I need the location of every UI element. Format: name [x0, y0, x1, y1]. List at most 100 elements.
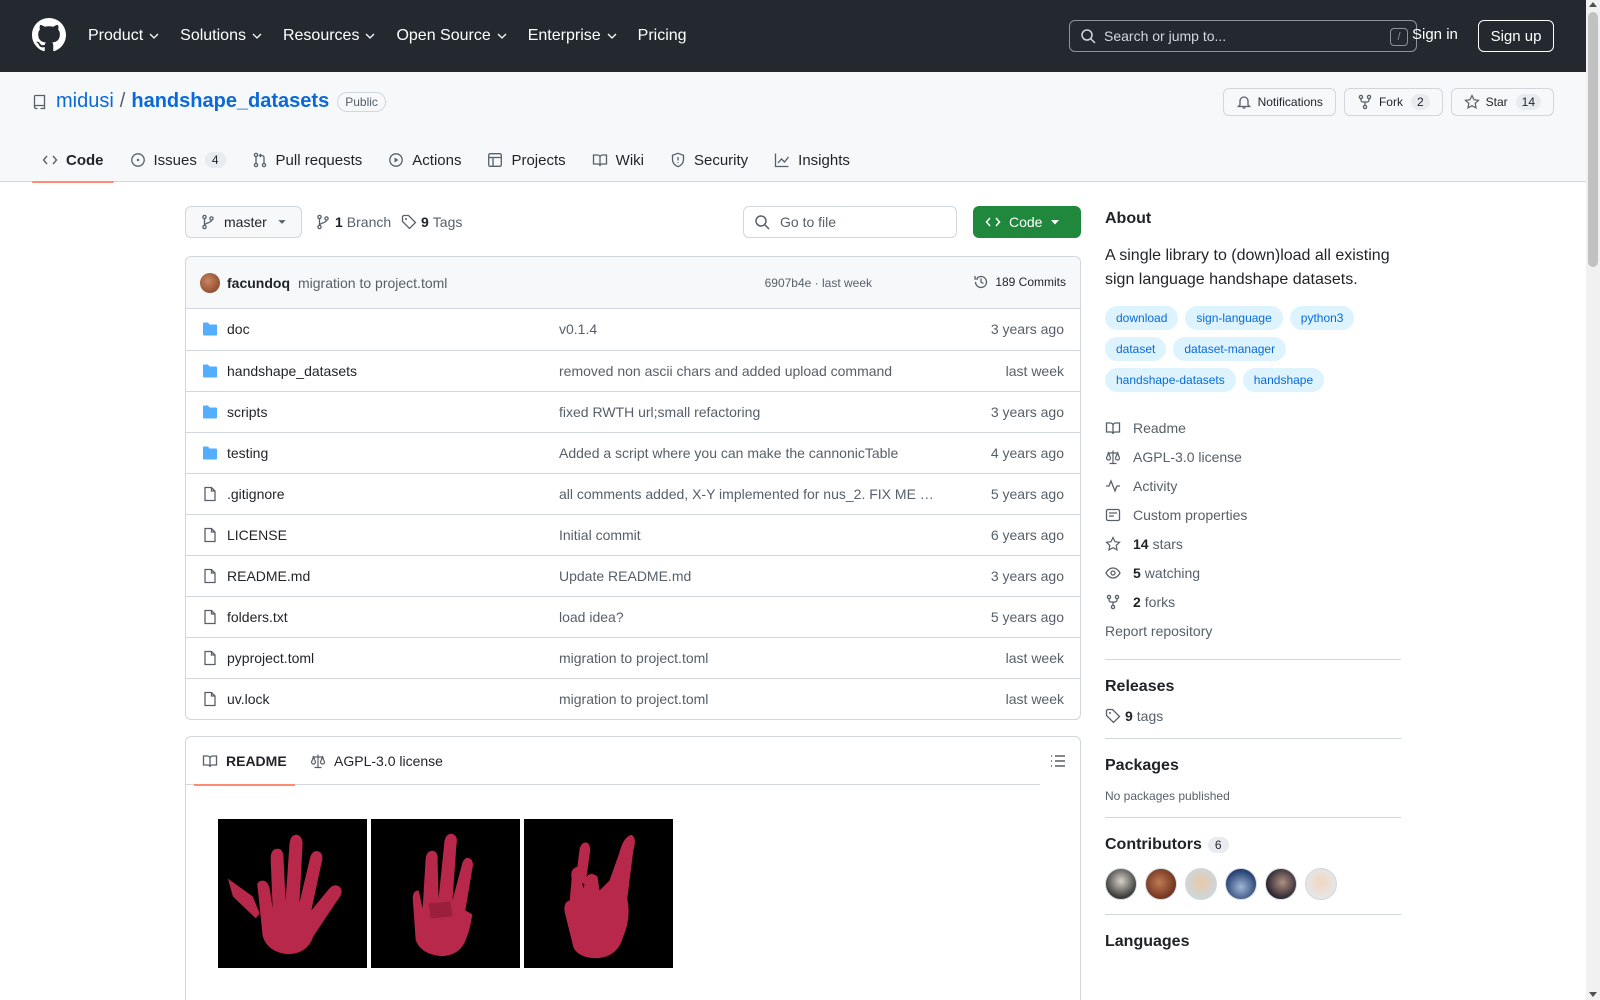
file-name[interactable]: pyproject.toml — [227, 650, 314, 666]
file-name[interactable]: LICENSE — [227, 527, 287, 543]
file-commit-message[interactable]: Initial commit — [559, 527, 939, 543]
repo-tabs: Code Issues 4 Pull requests Actions Proj… — [32, 138, 866, 183]
table-row[interactable]: README.md Update README.md 3 years ago — [186, 555, 1080, 596]
file-commit-message[interactable]: migration to project.toml — [559, 650, 939, 666]
avatar[interactable] — [1225, 868, 1257, 900]
table-row[interactable]: folders.txt load idea? 5 years ago — [186, 596, 1080, 637]
topic-tag[interactable]: download — [1105, 306, 1179, 330]
topic-tag[interactable]: python3 — [1289, 306, 1355, 330]
file-commit-message[interactable]: fixed RWTH url;small refactoring — [559, 404, 939, 420]
scroll-up-arrow-icon[interactable] — [1589, 2, 1597, 7]
release-tags-link[interactable]: 9 tags — [1105, 708, 1401, 724]
issue-icon — [130, 153, 145, 167]
table-row[interactable]: .gitignore all comments added, X-Y implem… — [186, 473, 1080, 514]
file-commit-message[interactable]: Added a script where you can make the ca… — [559, 445, 939, 461]
avatar[interactable] — [1265, 868, 1297, 900]
topic-tag[interactable]: sign-language — [1185, 306, 1283, 330]
tab-code[interactable]: Code — [32, 138, 114, 183]
custom-properties-link[interactable]: Custom properties — [1105, 500, 1401, 529]
scroll-down-arrow-icon[interactable] — [1589, 992, 1597, 997]
nav-product[interactable]: Product — [88, 27, 160, 45]
contributors-heading[interactable]: Contributors 6 — [1105, 836, 1401, 854]
avatar[interactable] — [200, 273, 220, 293]
license-link[interactable]: AGPL-3.0 license — [1105, 442, 1401, 471]
file-commit-message[interactable]: migration to project.toml — [559, 691, 939, 707]
table-row[interactable]: LICENSE Initial commit 6 years ago — [186, 514, 1080, 555]
stars-link[interactable]: 14 stars — [1105, 529, 1401, 558]
table-row[interactable]: scripts fixed RWTH url;small refactoring 3… — [186, 391, 1080, 432]
tab-insights[interactable]: Insights — [764, 138, 860, 182]
nav-pricing[interactable]: Pricing — [638, 27, 687, 45]
branches-link[interactable]: 1 Branch — [315, 214, 391, 230]
tab-security[interactable]: Security — [660, 138, 758, 182]
packages-heading[interactable]: Packages — [1105, 757, 1401, 775]
avatar[interactable] — [1105, 868, 1137, 900]
table-row[interactable]: uv.lock migration to project.toml last wee… — [186, 678, 1080, 719]
tab-pull-requests[interactable]: Pull requests — [242, 138, 373, 182]
file-name[interactable]: folders.txt — [227, 609, 288, 625]
avatar[interactable] — [1305, 868, 1337, 900]
forks-link[interactable]: 2 forks — [1105, 587, 1401, 616]
watching-link[interactable]: 5 watching — [1105, 558, 1401, 587]
commits-link[interactable]: 189 Commits — [973, 274, 1066, 290]
file-name[interactable]: README.md — [227, 568, 310, 584]
branch-selector[interactable]: master — [185, 206, 302, 238]
tab-issues[interactable]: Issues 4 — [120, 138, 236, 182]
github-logo-icon[interactable] — [32, 18, 66, 52]
fork-button[interactable]: Fork 2 — [1343, 88, 1443, 116]
tab-wiki[interactable]: Wiki — [582, 138, 654, 182]
file-name[interactable]: handshape_datasets — [227, 363, 357, 379]
avatar[interactable] — [1185, 868, 1217, 900]
nav-open-source[interactable]: Open Source — [396, 27, 507, 45]
table-row[interactable]: handshape_datasets removed non ascii char… — [186, 350, 1080, 391]
file-name[interactable]: uv.lock — [227, 691, 270, 707]
code-dropdown-button[interactable]: Code — [973, 206, 1081, 238]
file-commit-message[interactable]: load idea? — [559, 609, 939, 625]
scrollbar-thumb[interactable] — [1588, 12, 1598, 267]
nav-enterprise[interactable]: Enterprise — [528, 27, 618, 45]
tab-license[interactable]: AGPL-3.0 license — [310, 737, 443, 785]
tab-actions[interactable]: Actions — [378, 138, 471, 182]
repo-name-link[interactable]: handshape_datasets — [131, 90, 329, 113]
commit-author[interactable]: facundoq — [227, 275, 290, 291]
page-scrollbar[interactable] — [1586, 0, 1600, 1000]
nav-solutions[interactable]: Solutions — [180, 27, 263, 45]
global-search-input[interactable]: Search or jump to... / — [1069, 20, 1417, 52]
tab-readme[interactable]: README — [194, 737, 295, 786]
list-icon[interactable] — [1050, 753, 1066, 769]
activity-link-label: Activity — [1133, 477, 1178, 494]
repo-owner-link[interactable]: midusi — [56, 90, 114, 113]
report-repository-link[interactable]: Report repository — [1105, 616, 1401, 645]
notifications-button[interactable]: Notifications — [1222, 88, 1336, 116]
table-row[interactable]: testing Added a script where you can make… — [186, 432, 1080, 473]
avatar[interactable] — [1145, 868, 1177, 900]
file-name[interactable]: testing — [227, 445, 268, 461]
file-name[interactable]: .gitignore — [227, 486, 285, 502]
go-to-file-input[interactable]: Go to file — [743, 206, 957, 238]
tag-label: Tags — [432, 214, 463, 230]
table-row[interactable]: pyproject.toml migration to project.toml l… — [186, 637, 1080, 678]
file-name[interactable]: scripts — [227, 404, 267, 420]
table-row[interactable]: doc v0.1.4 3 years ago — [186, 309, 1080, 350]
file-commit-message[interactable]: Update README.md — [559, 568, 939, 584]
commit-message[interactable]: migration to project.toml — [298, 275, 447, 291]
sign-up-button[interactable]: Sign up — [1478, 20, 1554, 52]
topic-tag[interactable]: dataset — [1105, 337, 1167, 361]
nav-resources[interactable]: Resources — [283, 27, 376, 45]
activity-link[interactable]: Activity — [1105, 471, 1401, 500]
file-commit-message[interactable]: v0.1.4 — [559, 321, 939, 337]
tab-projects[interactable]: Projects — [477, 138, 575, 182]
commit-sha-time[interactable]: 6907b4e · last week — [765, 276, 872, 290]
file-name[interactable]: doc — [227, 321, 250, 337]
releases-heading[interactable]: Releases — [1105, 678, 1401, 696]
tags-link[interactable]: 9 Tags — [401, 214, 462, 230]
readme-link[interactable]: Readme — [1105, 413, 1401, 442]
topic-tag[interactable]: handshape-datasets — [1105, 368, 1236, 392]
topic-tag[interactable]: handshape — [1242, 368, 1325, 392]
sign-in-link[interactable]: Sign in — [1412, 26, 1458, 43]
topic-tag[interactable]: dataset-manager — [1173, 337, 1287, 361]
file-commit-message[interactable]: removed non ascii chars and added upload… — [559, 363, 939, 379]
file-commit-message[interactable]: all comments added, X-Y implemented for … — [559, 486, 939, 502]
star-button[interactable]: Star 14 — [1450, 88, 1554, 116]
book-icon — [592, 154, 607, 167]
